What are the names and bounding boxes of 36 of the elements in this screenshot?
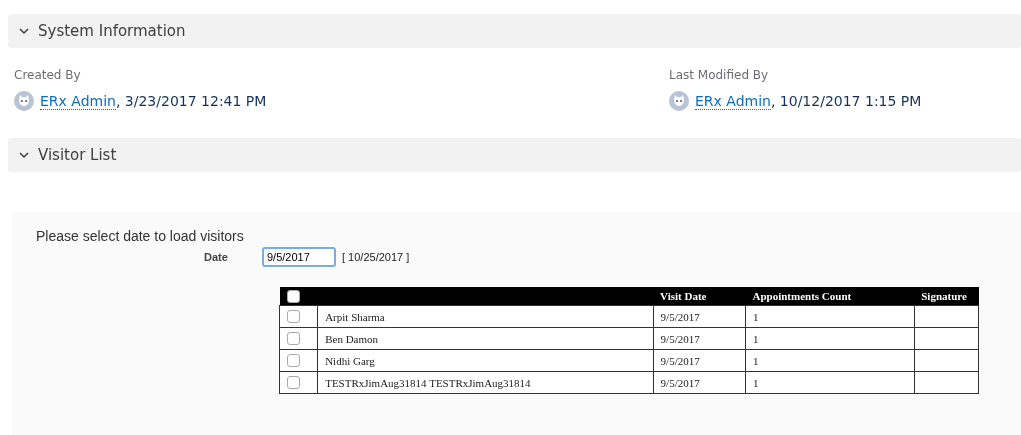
- today-link[interactable]: [ 10/25/2017 ]: [342, 251, 410, 263]
- date-input[interactable]: 9/5/2017: [262, 247, 336, 267]
- user-avatar-icon: [669, 91, 689, 111]
- row-checkbox[interactable]: [287, 354, 300, 368]
- table-cell: Nidhi Garg: [317, 349, 654, 372]
- section-header[interactable]: System Information: [8, 14, 1021, 48]
- user-link[interactable]: ERx Admin: [40, 93, 116, 110]
- table-cell: Ben Damon: [317, 327, 654, 350]
- chevron-down-icon[interactable]: [18, 25, 30, 37]
- section-header[interactable]: Visitor List: [8, 138, 1021, 172]
- section-title: Visitor List: [38, 146, 117, 164]
- prompt-text: Please select date to load visitors: [36, 228, 245, 244]
- table-cell: 1: [745, 349, 915, 372]
- user-link[interactable]: ERx Admin: [695, 93, 771, 110]
- chevron-down-icon[interactable]: [18, 149, 30, 161]
- table-cell: 1: [745, 305, 915, 328]
- table-cell: Arpit Sharma: [317, 305, 654, 328]
- select-all-checkbox[interactable]: [286, 290, 300, 303]
- row-checkbox[interactable]: [287, 310, 300, 324]
- table-cell: 1: [745, 371, 915, 394]
- column-header: Signature: [914, 287, 979, 306]
- user-avatar-icon: [14, 91, 34, 111]
- table-cell: TESTRxJimAug31814 TESTRxJimAug31814: [317, 371, 654, 394]
- modified-date: , 3/23/2017 12:41 PM: [115, 93, 267, 109]
- date-label: Date: [204, 251, 229, 263]
- row-checkbox[interactable]: [287, 332, 300, 346]
- modified-date: , 10/12/2017 1:15 PM: [770, 93, 922, 109]
- row-checkbox[interactable]: [287, 376, 300, 390]
- table-cell: 1: [745, 327, 915, 350]
- table-cell: 9/5/2017: [653, 305, 746, 328]
- column-header: Appointments Count: [745, 287, 915, 306]
- field-label: Last Modified By: [669, 68, 770, 82]
- table-cell: [914, 305, 979, 328]
- section-title: System Information: [38, 22, 186, 40]
- column-header: Visit Date: [653, 287, 746, 306]
- field-label: Created By: [14, 68, 82, 82]
